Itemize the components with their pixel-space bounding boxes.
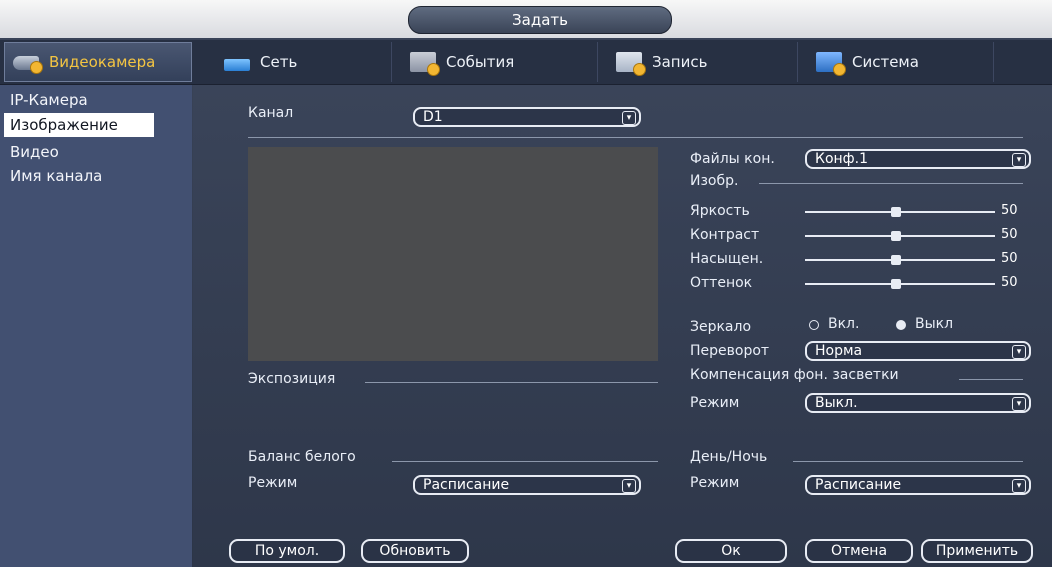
mirror-off-label: Выкл (915, 316, 954, 332)
hue-label: Оттенок (690, 275, 753, 291)
default-button[interactable]: По умол. (229, 539, 345, 563)
sidebar-item-image[interactable]: Изображение (4, 113, 154, 137)
flip-label: Переворот (690, 343, 770, 359)
chevron-down-icon: ▾ (1012, 345, 1026, 359)
exposure-section-title: Экспозиция (248, 371, 336, 387)
tab-label: События (446, 53, 515, 71)
day-night-mode-label: Режим (690, 475, 740, 491)
hue-value: 50 (1001, 275, 1018, 290)
backlight-mode-label: Режим (690, 395, 740, 411)
divider (365, 382, 658, 383)
title-bar: Задать (0, 0, 1052, 38)
apply-button[interactable]: Применить (921, 539, 1033, 563)
chevron-down-icon: ▾ (1012, 397, 1026, 411)
mirror-on-label: Вкл. (828, 316, 860, 332)
mirror-label: Зеркало (690, 319, 752, 335)
events-icon (410, 52, 440, 76)
day-night-mode-value: Расписание (815, 477, 902, 493)
divider (793, 461, 1023, 462)
camera-icon (13, 56, 43, 74)
refresh-button[interactable]: Обновить (361, 539, 469, 563)
profile-value: Конф.1 (815, 151, 868, 167)
top-tab-bar: Видеокамера Сеть События Запись Система (0, 40, 1052, 85)
cancel-button[interactable]: Отмена (805, 539, 913, 563)
image-section-title: Изобр. (690, 173, 739, 189)
chevron-down-icon: ▾ (1012, 153, 1026, 167)
divider (759, 183, 1023, 184)
contrast-value: 50 (1001, 227, 1018, 242)
white-balance-section-title: Баланс белого (248, 449, 356, 465)
sidebar: IP-Камера Изображение Видео Имя канала (0, 85, 192, 567)
settings-window: Задать Видеокамера Сеть События Запись С… (0, 0, 1052, 567)
profile-label: Файлы кон. (690, 151, 775, 167)
tab-system[interactable]: Система (798, 42, 994, 82)
divider (392, 461, 658, 462)
day-night-mode-select[interactable]: Расписание ▾ (805, 475, 1031, 495)
white-balance-mode-value: Расписание (423, 477, 510, 493)
contrast-label: Контраст (690, 227, 760, 243)
tab-events[interactable]: События (392, 42, 598, 82)
flip-select[interactable]: Норма ▾ (805, 341, 1031, 361)
tab-network[interactable]: Сеть (206, 42, 392, 82)
tab-label: Запись (652, 53, 708, 71)
brightness-value: 50 (1001, 203, 1018, 218)
tab-record[interactable]: Запись (598, 42, 798, 82)
backlight-mode-select[interactable]: Выкл. ▾ (805, 393, 1031, 413)
channel-value: D1 (423, 109, 443, 125)
video-preview (248, 147, 658, 361)
channel-label: Канал (248, 105, 294, 121)
channel-select[interactable]: D1 ▾ (413, 107, 641, 127)
white-balance-mode-label: Режим (248, 475, 298, 491)
tab-label: Сеть (260, 53, 298, 71)
slider-handle[interactable] (891, 255, 901, 265)
sidebar-item-video[interactable]: Видео (10, 143, 59, 161)
mouse-pointer-icon (143, 118, 159, 132)
image-settings-panel: Канал D1 ▾ Файлы кон. Конф.1 ▾ Изобр. Яр… (193, 85, 1052, 567)
tab-label: Система (852, 53, 919, 71)
slider-handle[interactable] (891, 231, 901, 241)
chevron-down-icon: ▾ (1012, 479, 1026, 493)
saturation-label: Насыщен. (690, 251, 764, 267)
divider (959, 379, 1023, 380)
backlight-section-title: Компенсация фон. засветки (690, 367, 899, 383)
sidebar-item-ip-camera[interactable]: IP-Камера (10, 91, 88, 109)
record-icon (616, 52, 646, 76)
saturation-value: 50 (1001, 251, 1018, 266)
tab-label: Видеокамера (49, 53, 156, 71)
system-icon (816, 52, 846, 76)
window-title: Задать (408, 6, 672, 34)
chevron-down-icon: ▾ (622, 111, 636, 125)
network-icon (224, 59, 250, 71)
profile-select[interactable]: Конф.1 ▾ (805, 149, 1031, 169)
slider-handle[interactable] (891, 279, 901, 289)
backlight-mode-value: Выкл. (815, 395, 858, 411)
tab-camera[interactable]: Видеокамера (4, 42, 192, 82)
white-balance-mode-select[interactable]: Расписание ▾ (413, 475, 641, 495)
divider (248, 137, 1023, 138)
slider-handle[interactable] (891, 207, 901, 217)
mirror-off-radio[interactable] (896, 320, 906, 330)
sidebar-item-channel-name[interactable]: Имя канала (10, 167, 102, 185)
brightness-label: Яркость (690, 203, 750, 219)
chevron-down-icon: ▾ (622, 479, 636, 493)
day-night-section-title: День/Ночь (690, 449, 768, 465)
ok-button[interactable]: Ок (675, 539, 787, 563)
flip-value: Норма (815, 343, 863, 359)
mirror-on-radio[interactable] (809, 320, 819, 330)
